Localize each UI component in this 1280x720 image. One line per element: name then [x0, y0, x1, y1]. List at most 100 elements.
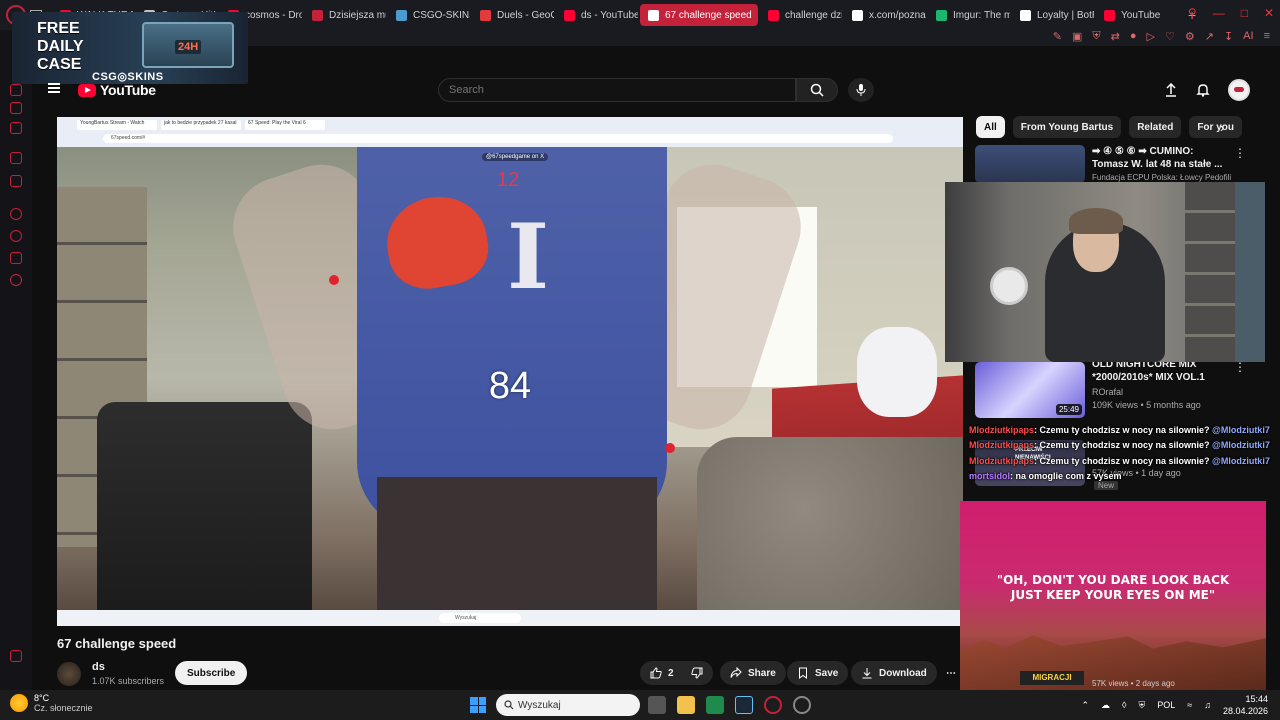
tab-label: Duels - GeoG: [497, 9, 554, 21]
menu-icon[interactable]: ≡: [1264, 30, 1270, 43]
browser-tab[interactable]: 67 challenge speed: [640, 4, 758, 26]
youtube-play-icon: [78, 83, 96, 97]
browser-tab[interactable]: challenge dzi: [760, 4, 842, 26]
file-explorer-icon[interactable]: [677, 696, 695, 714]
snapshot-icon[interactable]: ✎: [1053, 30, 1062, 43]
browser-tab[interactable]: Loyalty | BotR: [1012, 4, 1094, 26]
like-button[interactable]: 2: [640, 661, 682, 685]
search-input[interactable]: [438, 78, 796, 102]
voice-search-button[interactable]: [848, 78, 874, 102]
start-button[interactable]: [470, 697, 486, 713]
chat-username: Mlodziutkipaps: [969, 425, 1034, 435]
translate-icon[interactable]: ⇄: [1111, 30, 1120, 43]
settings-icon[interactable]: [10, 274, 22, 286]
share-icon[interactable]: ↗: [1205, 30, 1214, 43]
language-indicator[interactable]: POL: [1157, 700, 1175, 710]
browser-tab[interactable]: Dzisiejsza mu: [304, 4, 386, 26]
chevron-right-icon[interactable]: ›: [1220, 120, 1224, 135]
chevron-up-icon[interactable]: ⌃: [1081, 700, 1089, 711]
music-icon[interactable]: [10, 122, 22, 134]
search-button[interactable]: [796, 78, 838, 102]
clock[interactable]: 15:44 28.04.2026: [1223, 693, 1268, 717]
taskbar-search[interactable]: Wyszukaj: [496, 694, 640, 716]
subscriber-count: 1.07K subscribers: [92, 676, 165, 686]
shield-icon[interactable]: ⛨: [1138, 700, 1145, 711]
play-icon[interactable]: ▷: [1147, 30, 1155, 43]
maximize-button[interactable]: □: [1241, 6, 1248, 20]
rec-title[interactable]: ➡ ④ ⑤ ⑥ ➡ CUMINO: Tomasz W. lat 48 na st…: [1092, 145, 1232, 171]
chat-icon[interactable]: [10, 102, 22, 114]
ad-line-1: FREE: [37, 20, 80, 37]
channel-avatar[interactable]: [57, 662, 81, 686]
pin-icon[interactable]: ●: [1130, 30, 1137, 43]
weather-widget[interactable]: 8°C Cz. słonecznie: [10, 693, 93, 713]
recorded-tab: 67 Speed: Play the Viral 6: [245, 120, 325, 130]
ai-button[interactable]: AI: [1243, 30, 1253, 43]
video-frame: I 12 84 @67speedgame on X: [57, 147, 963, 626]
browser-tab[interactable]: CSGO-SKINS: [388, 4, 470, 26]
heart-icon[interactable]: ♡: [1165, 30, 1175, 43]
chip-from-channel[interactable]: From Young Bartus: [1012, 116, 1122, 138]
download-icon[interactable]: ↧: [1224, 30, 1233, 43]
chip-all[interactable]: All: [976, 116, 1005, 138]
cube-icon[interactable]: [10, 252, 22, 264]
download-button[interactable]: Download: [851, 661, 937, 685]
gx-icon[interactable]: [10, 650, 22, 662]
tab-label: 67 challenge speed: [665, 9, 752, 21]
shelf: [1185, 182, 1235, 362]
wifi-icon[interactable]: ≈: [1187, 700, 1192, 710]
minimize-button[interactable]: —: [1213, 6, 1225, 20]
volume-icon[interactable]: ♫: [1204, 700, 1211, 710]
rec-thumbnail[interactable]: [975, 145, 1085, 183]
upload-icon[interactable]: [1164, 83, 1178, 97]
browser-tab[interactable]: Imgur: The m: [928, 4, 1010, 26]
more-vertical-icon[interactable]: ⋮: [1234, 360, 1246, 374]
chip-related[interactable]: Related: [1129, 116, 1182, 138]
like-count: 2: [668, 667, 674, 679]
app-icon[interactable]: [793, 696, 811, 714]
video-player[interactable]: YoungBartus Stream - Watch jak to bedzie…: [57, 117, 963, 626]
rec-thumbnail[interactable]: 25:49: [975, 362, 1085, 418]
tab-label: YouTube: [1121, 9, 1161, 21]
tab-favicon-icon: [480, 9, 491, 21]
opera-gx-icon[interactable]: [764, 696, 782, 714]
mic-icon[interactable]: ◊: [1122, 700, 1126, 710]
chat-mention: @Mlodziutki7: [1212, 456, 1270, 466]
close-button[interactable]: ✕: [1264, 6, 1274, 20]
puzzle-icon[interactable]: ⚙: [1185, 30, 1195, 43]
subscribe-button[interactable]: Subscribe: [175, 661, 248, 685]
browser-tab[interactable]: YouTube: [1096, 4, 1178, 26]
steam-icon[interactable]: [735, 696, 753, 714]
notifications-icon[interactable]: [1196, 83, 1210, 97]
browser-tab[interactable]: Duels - GeoG: [472, 4, 554, 26]
share-button[interactable]: Share: [720, 661, 786, 685]
task-view-icon[interactable]: [648, 696, 666, 714]
excel-icon[interactable]: [706, 696, 724, 714]
curtain: [1235, 182, 1265, 362]
extensions-icon[interactable]: ▣: [1072, 30, 1082, 43]
browser-tab[interactable]: ds - YouTube: [556, 4, 638, 26]
player-icon[interactable]: [10, 175, 22, 187]
save-button[interactable]: Save: [787, 661, 849, 685]
youtube-logo[interactable]: YouTube: [78, 82, 156, 98]
channel-name[interactable]: ds: [92, 661, 105, 673]
video-duration: 25:49: [1055, 404, 1082, 415]
messenger-icon[interactable]: [10, 84, 22, 96]
twitch-icon[interactable]: [10, 152, 22, 164]
recorded-taskbar-search: Wyszukaj: [439, 613, 521, 623]
search-tabs-icon[interactable]: ⚲: [1188, 6, 1197, 20]
chip-for-you[interactable]: For you: [1189, 116, 1242, 138]
chat-mention: @Mlodziutki7: [1212, 440, 1270, 450]
clock-icon[interactable]: [10, 230, 22, 242]
more-vertical-icon[interactable]: ⋮: [1234, 146, 1246, 160]
menu-icon[interactable]: [48, 83, 60, 93]
network-icon[interactable]: ☁: [1101, 700, 1110, 711]
ad-line-2: DAILY: [37, 38, 84, 55]
history-icon[interactable]: [10, 208, 22, 220]
shield-icon[interactable]: ⛨: [1092, 30, 1100, 43]
dislike-button[interactable]: [681, 661, 713, 685]
pants: [377, 477, 657, 626]
browser-tab[interactable]: x.com/poznan: [844, 4, 926, 26]
thumbs-up-icon: [650, 667, 662, 679]
account-avatar[interactable]: [1228, 79, 1250, 101]
